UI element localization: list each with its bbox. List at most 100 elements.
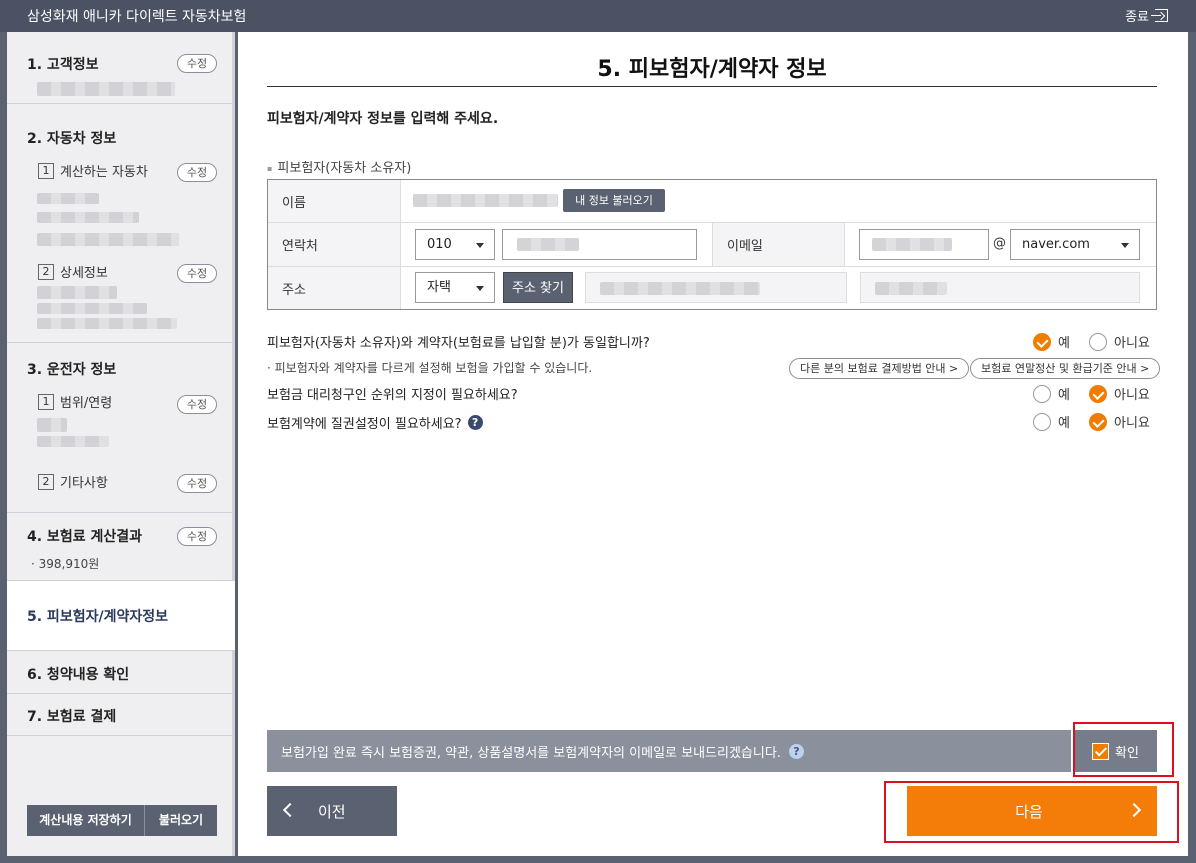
sub-label: 기타사항 (60, 476, 108, 491)
sidebar: 1. 고객정보 수정 2. 자동차 정보 1 계산하는 자동차 수정 2 상세정… (7, 32, 235, 856)
radio-unchecked-icon (1033, 412, 1051, 431)
proxy-claim-no-radio[interactable]: 아니요 (1089, 384, 1150, 403)
masked-info (37, 418, 67, 432)
notice-text: 보험가입 완료 즉시 보험증권, 약관, 상품설명서를 보험계약자의 이메일로 … (281, 746, 781, 761)
edit-button[interactable]: 수정 (177, 474, 217, 493)
radio-checked-icon (1089, 384, 1107, 403)
same-person-no-radio[interactable]: 아니요 (1089, 332, 1150, 351)
tax-guide-link[interactable]: 보험료 연말정산 및 환급기준 안내 > (970, 358, 1161, 379)
same-person-note: · 피보험자와 계약자를 다르게 설정해 보험을 가입할 수 있습니다. (267, 361, 593, 375)
phone-prefix-value: 010 (427, 237, 452, 252)
email-id-input[interactable] (859, 229, 989, 260)
highlight-box-confirm (1073, 722, 1174, 777)
sidebar-step-insured[interactable]: 5. 피보험자/계약자정보 (7, 581, 235, 651)
masked-info (37, 212, 139, 223)
exit-icon (1151, 9, 1168, 22)
chevron-down-icon (476, 286, 484, 291)
radio-label: 예 (1058, 416, 1070, 431)
sidebar-step-review[interactable]: 6. 청약내용 확인 (7, 651, 235, 694)
address-detail-input[interactable] (860, 272, 1140, 303)
question-text: 보험계약에 질권설정이 필요하세요? (267, 417, 462, 432)
edit-button[interactable]: 수정 (177, 527, 217, 546)
question-pledge: 보험계약에 질권설정이 필요하세요? ? (267, 413, 483, 432)
sidebar-step-car[interactable]: 2. 자동차 정보 1 계산하는 자동차 수정 2 상세정보 수정 (7, 104, 235, 343)
question-text: 피보험자(자동차 소유자)와 계약자(보험료를 납입할 분)가 동일합니까? (267, 336, 650, 351)
radio-unchecked-icon (1033, 384, 1051, 403)
masked-phone (517, 238, 579, 251)
masked-info (37, 318, 177, 329)
sidebar-sub-car[interactable]: 1 계산하는 자동차 (38, 161, 148, 180)
chevron-left-icon (282, 802, 298, 818)
edit-button[interactable]: 수정 (177, 264, 217, 283)
sub-label: 상세정보 (60, 266, 108, 281)
sidebar-sub-detail[interactable]: 2 상세정보 (38, 262, 108, 281)
prev-label: 이전 (318, 803, 346, 821)
load-my-info-button[interactable]: 내 정보 불러오기 (563, 189, 665, 212)
sidebar-actions: 계산내용 저장하기 불러오기 (27, 805, 217, 836)
prev-button[interactable]: 이전 (267, 786, 397, 836)
step-label: 6. 청약내용 확인 (27, 667, 130, 683)
masked-email (872, 238, 952, 251)
sidebar-step-customer[interactable]: 1. 고객정보 수정 (7, 32, 235, 104)
radio-label: 예 (1058, 388, 1070, 403)
sidebar-step-payment[interactable]: 7. 보험료 결제 (7, 694, 235, 736)
sub-label: 계산하는 자동차 (60, 165, 148, 180)
address-main-input[interactable] (585, 272, 847, 303)
edit-button[interactable]: 수정 (177, 163, 217, 182)
masked-name (413, 194, 558, 207)
pledge-yes-radio[interactable]: 예 (1033, 412, 1070, 431)
radio-label: 아니요 (1114, 336, 1150, 351)
radio-label: 아니요 (1114, 388, 1150, 403)
sidebar-sub-etc[interactable]: 2 기타사항 (38, 472, 108, 491)
step-label: 2. 자동차 정보 (27, 131, 117, 147)
edit-button[interactable]: 수정 (177, 54, 217, 73)
sidebar-step-driver[interactable]: 3. 운전자 정보 1 범위/연령 수정 2 기타사항 수정 (7, 343, 235, 513)
app-title: 삼성화재 애니카 다이렉트 자동차보험 (27, 9, 247, 25)
phone-number-input[interactable] (502, 229, 697, 260)
step-label: 1. 고객정보 (27, 57, 99, 73)
premium-amount: · 398,910원 (31, 557, 100, 571)
name-label: 이름 (268, 180, 401, 222)
payment-guide-link[interactable]: 다른 분의 보험료 결제방법 안내 > (789, 358, 970, 379)
help-icon[interactable]: ? (467, 415, 483, 430)
step-label: 4. 보험료 계산결과 (27, 529, 142, 545)
sidebar-sub-range[interactable]: 1 범위/연령 (38, 392, 112, 411)
step-label: 3. 운전자 정보 (27, 362, 117, 378)
masked-info (37, 303, 147, 314)
insured-form: 이름 내 정보 불러오기 연락처 010 이메일 @ naver.com 주소 … (267, 179, 1157, 310)
phone-prefix-select[interactable]: 010 (415, 229, 495, 260)
question-text: 보험금 대리청구인 순위의 지정이 필요하세요? (267, 388, 518, 403)
title-bar: 삼성화재 애니카 다이렉트 자동차보험 종료 (0, 0, 1196, 32)
same-person-yes-radio[interactable]: 예 (1033, 332, 1070, 351)
masked-info (37, 82, 175, 96)
main-panel: 5. 피보험자/계약자 정보 피보험자/계약자 정보를 입력해 주세요. 피보험… (238, 32, 1188, 856)
email-domain-value: naver.com (1022, 237, 1090, 252)
email-at-sign: @ (993, 236, 1006, 251)
address-label: 주소 (268, 267, 401, 309)
email-notice-bar: 보험가입 완료 즉시 보험증권, 약관, 상품설명서를 보험계약자의 이메일로 … (267, 730, 1157, 772)
step-label: 5. 피보험자/계약자정보 (27, 609, 168, 625)
sub-number: 2 (38, 263, 54, 280)
masked-info (37, 233, 179, 246)
save-calculation-button[interactable]: 계산내용 저장하기 (27, 805, 145, 836)
masked-info (37, 286, 117, 299)
email-label: 이메일 (712, 223, 845, 266)
masked-address-detail (875, 282, 947, 295)
address-search-button[interactable]: 주소 찾기 (503, 272, 573, 303)
chevron-down-icon (476, 243, 484, 248)
address-type-value: 자택 (427, 280, 451, 295)
sidebar-step-premium[interactable]: 4. 보험료 계산결과 수정 · 398,910원 (7, 513, 235, 581)
address-type-select[interactable]: 자택 (415, 272, 495, 303)
radio-checked-icon (1089, 412, 1107, 431)
radio-unchecked-icon (1089, 332, 1107, 351)
load-button[interactable]: 불러오기 (145, 805, 217, 836)
help-icon[interactable]: ? (788, 744, 804, 759)
name-row: 이름 내 정보 불러오기 (268, 180, 1156, 223)
edit-button[interactable]: 수정 (177, 395, 217, 414)
proxy-claim-yes-radio[interactable]: 예 (1033, 384, 1070, 403)
email-domain-select[interactable]: naver.com (1010, 229, 1140, 260)
close-button[interactable]: 종료 (1125, 6, 1168, 25)
pledge-no-radio[interactable]: 아니요 (1089, 412, 1150, 431)
sub-label: 범위/연령 (60, 396, 113, 411)
sub-number: 1 (38, 162, 54, 179)
